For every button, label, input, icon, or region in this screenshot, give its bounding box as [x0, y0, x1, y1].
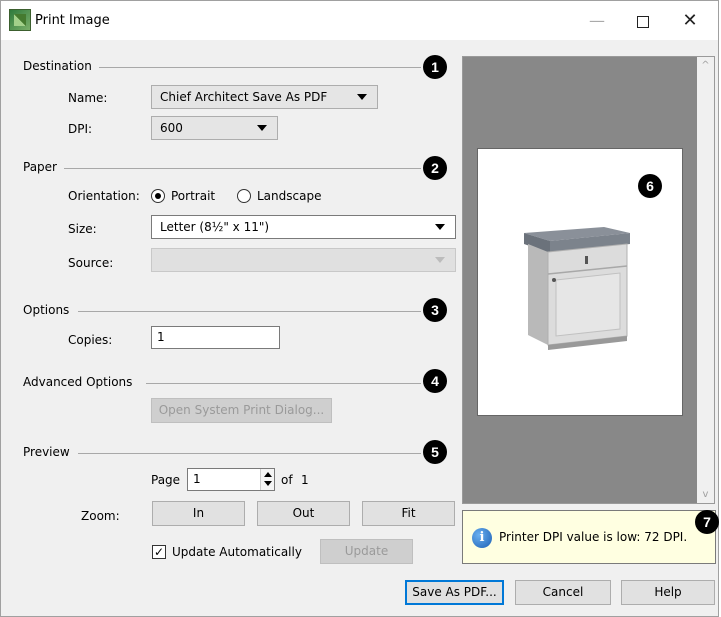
info-icon: i [472, 528, 492, 548]
cancel-button[interactable]: Cancel [515, 580, 611, 605]
preview-scrollbar[interactable]: ^ v [697, 57, 714, 503]
portrait-radio[interactable] [151, 189, 165, 203]
title-bar[interactable]: Print Image — ✕ [1, 1, 718, 40]
zoom-in-button[interactable]: In [152, 501, 245, 526]
callout-badge-2: 2 [423, 156, 447, 180]
door-knob [552, 278, 556, 282]
options-divider [78, 311, 421, 312]
of-label: of [281, 473, 293, 487]
paper-source-select[interactable] [151, 248, 456, 272]
preview-group-label: Preview [23, 445, 70, 459]
dpi-value: 600 [160, 121, 183, 135]
name-label: Name: [68, 91, 108, 105]
page-number-value: 1 [193, 472, 201, 486]
chevron-down-icon [435, 257, 445, 263]
chevron-down-icon [435, 224, 445, 230]
help-button[interactable]: Help [621, 580, 715, 605]
maximize-button[interactable] [620, 7, 666, 35]
paper-divider [64, 168, 421, 169]
dpi-select[interactable]: 600 [151, 116, 278, 140]
portrait-label[interactable]: Portrait [171, 189, 215, 203]
paper-group-label: Paper [23, 160, 57, 174]
checkmark-icon: ✓ [153, 545, 165, 559]
update-automatically-label[interactable]: Update Automatically [172, 545, 302, 559]
dpi-warning-message: i Printer DPI value is low: 72 DPI. [462, 510, 716, 564]
paper-size-value: Letter (8½" x 11") [160, 220, 270, 234]
app-icon [9, 9, 31, 31]
orientation-label: Orientation: [68, 189, 140, 203]
landscape-label[interactable]: Landscape [257, 189, 321, 203]
callout-badge-5: 5 [423, 440, 447, 464]
page-label: Page [151, 473, 181, 487]
printer-name-value: Chief Architect Save As PDF [160, 90, 328, 104]
zoom-label: Zoom: [81, 509, 120, 523]
printer-name-select[interactable]: Chief Architect Save As PDF [151, 85, 378, 109]
spin-up-icon[interactable] [264, 472, 272, 477]
print-image-dialog: Print Image — ✕ Destination 1 Name: Chie… [0, 0, 719, 617]
scroll-down-icon[interactable]: v [697, 486, 714, 503]
dpi-label: DPI: [68, 122, 93, 136]
scroll-up-icon[interactable]: ^ [697, 57, 714, 74]
callout-badge-3: 3 [423, 298, 447, 322]
size-label: Size: [68, 222, 97, 236]
advanced-divider [146, 383, 421, 384]
preview-page: 6 [477, 148, 683, 416]
callout-badge-1: 1 [423, 55, 447, 79]
source-label: Source: [68, 256, 114, 270]
destination-group-label: Destination [23, 59, 92, 73]
cabinet-side [528, 244, 548, 345]
destination-divider [99, 67, 421, 68]
spin-down-icon[interactable] [264, 481, 272, 486]
update-automatically-checkbox[interactable]: ✓ [152, 545, 166, 559]
chevron-down-icon [257, 125, 267, 131]
page-total: 1 [301, 473, 309, 487]
zoom-fit-button[interactable]: Fit [362, 501, 455, 526]
chevron-down-icon [357, 94, 367, 100]
drawer-handle [585, 256, 588, 264]
save-as-pdf-button[interactable]: Save As PDF... [405, 580, 504, 605]
dpi-warning-text: Printer DPI value is low: 72 DPI. [499, 530, 688, 544]
callout-badge-4: 4 [423, 369, 447, 393]
callout-badge-6: 6 [638, 174, 662, 198]
print-preview-pane[interactable]: 6 ^ v [462, 56, 715, 504]
minimize-button[interactable]: — [574, 7, 620, 35]
landscape-radio[interactable] [237, 189, 251, 203]
page-number-input[interactable]: 1 [187, 468, 275, 491]
copies-input[interactable]: 1 [151, 326, 280, 349]
page-spinner[interactable] [260, 469, 274, 490]
door-panel [555, 272, 621, 337]
window-title: Print Image [35, 13, 110, 28]
paper-size-select[interactable]: Letter (8½" x 11") [151, 215, 456, 239]
copies-label: Copies: [68, 333, 113, 347]
callout-badge-7: 7 [695, 510, 719, 534]
maximize-icon [637, 15, 649, 28]
update-button[interactable]: Update [320, 539, 413, 564]
options-group-label: Options [23, 303, 70, 317]
advanced-group-label: Advanced Options [23, 375, 133, 389]
close-button[interactable]: ✕ [667, 7, 713, 35]
zoom-out-button[interactable]: Out [257, 501, 350, 526]
open-system-print-dialog-button[interactable]: Open System Print Dialog... [151, 398, 332, 423]
preview-divider [78, 453, 421, 454]
